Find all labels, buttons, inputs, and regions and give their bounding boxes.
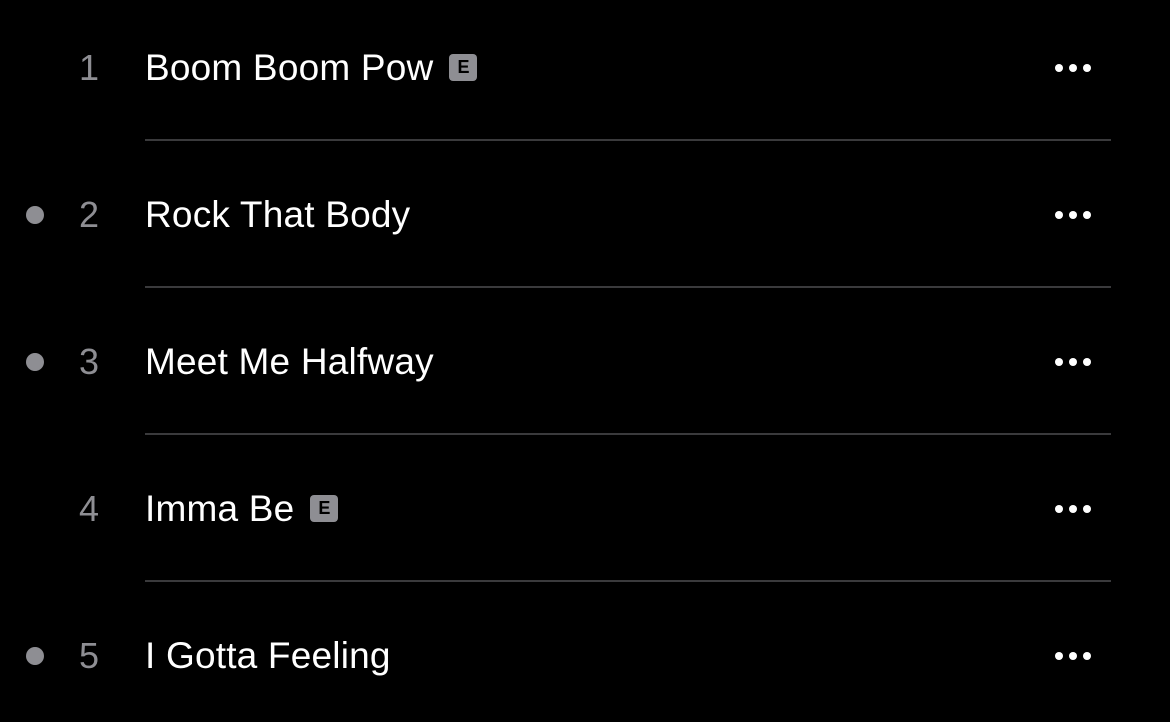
track-title: I Gotta Feeling	[145, 634, 391, 676]
more-options-button[interactable]	[1044, 489, 1102, 529]
track-row[interactable]: 4 Imma Be E	[0, 435, 1170, 582]
more-options-button[interactable]	[1044, 48, 1102, 88]
track-list: 1 Boom Boom Pow E 2 Rock That Body 3 Mee…	[0, 0, 1170, 722]
track-number: 3	[78, 340, 100, 382]
dot-indicator-icon	[26, 205, 44, 224]
more-options-button[interactable]	[1044, 342, 1102, 382]
track-number: 2	[78, 193, 100, 235]
ellipsis-icon	[1055, 63, 1063, 72]
track-number: 4	[78, 487, 100, 529]
dot-indicator-icon	[26, 646, 44, 665]
track-title: Meet Me Halfway	[145, 340, 434, 382]
dot-indicator-icon	[26, 352, 44, 371]
track-title-group: Boom Boom Pow E	[145, 46, 478, 90]
ellipsis-icon	[1055, 651, 1063, 660]
track-title: Imma Be	[145, 487, 295, 529]
track-title: Rock That Body	[145, 193, 411, 235]
track-row[interactable]: 3 Meet Me Halfway	[0, 288, 1170, 435]
ellipsis-icon	[1055, 357, 1063, 366]
ellipsis-icon	[1055, 504, 1063, 513]
track-title-group: Rock That Body	[145, 193, 410, 237]
explicit-icon: E	[449, 54, 478, 81]
more-options-button[interactable]	[1044, 636, 1102, 676]
track-title-group: Imma Be E	[145, 487, 339, 531]
track-title: Boom Boom Pow	[145, 46, 434, 88]
ellipsis-icon	[1055, 210, 1063, 219]
track-title-group: Meet Me Halfway	[145, 340, 434, 384]
explicit-icon: E	[310, 495, 339, 522]
track-row[interactable]: 2 Rock That Body	[0, 141, 1170, 288]
track-row[interactable]: 5 I Gotta Feeling	[0, 582, 1170, 722]
track-number: 1	[78, 46, 100, 88]
track-title-group: I Gotta Feeling	[145, 634, 391, 678]
track-row[interactable]: 1 Boom Boom Pow E	[0, 0, 1170, 141]
more-options-button[interactable]	[1044, 195, 1102, 235]
track-number: 5	[78, 634, 100, 676]
